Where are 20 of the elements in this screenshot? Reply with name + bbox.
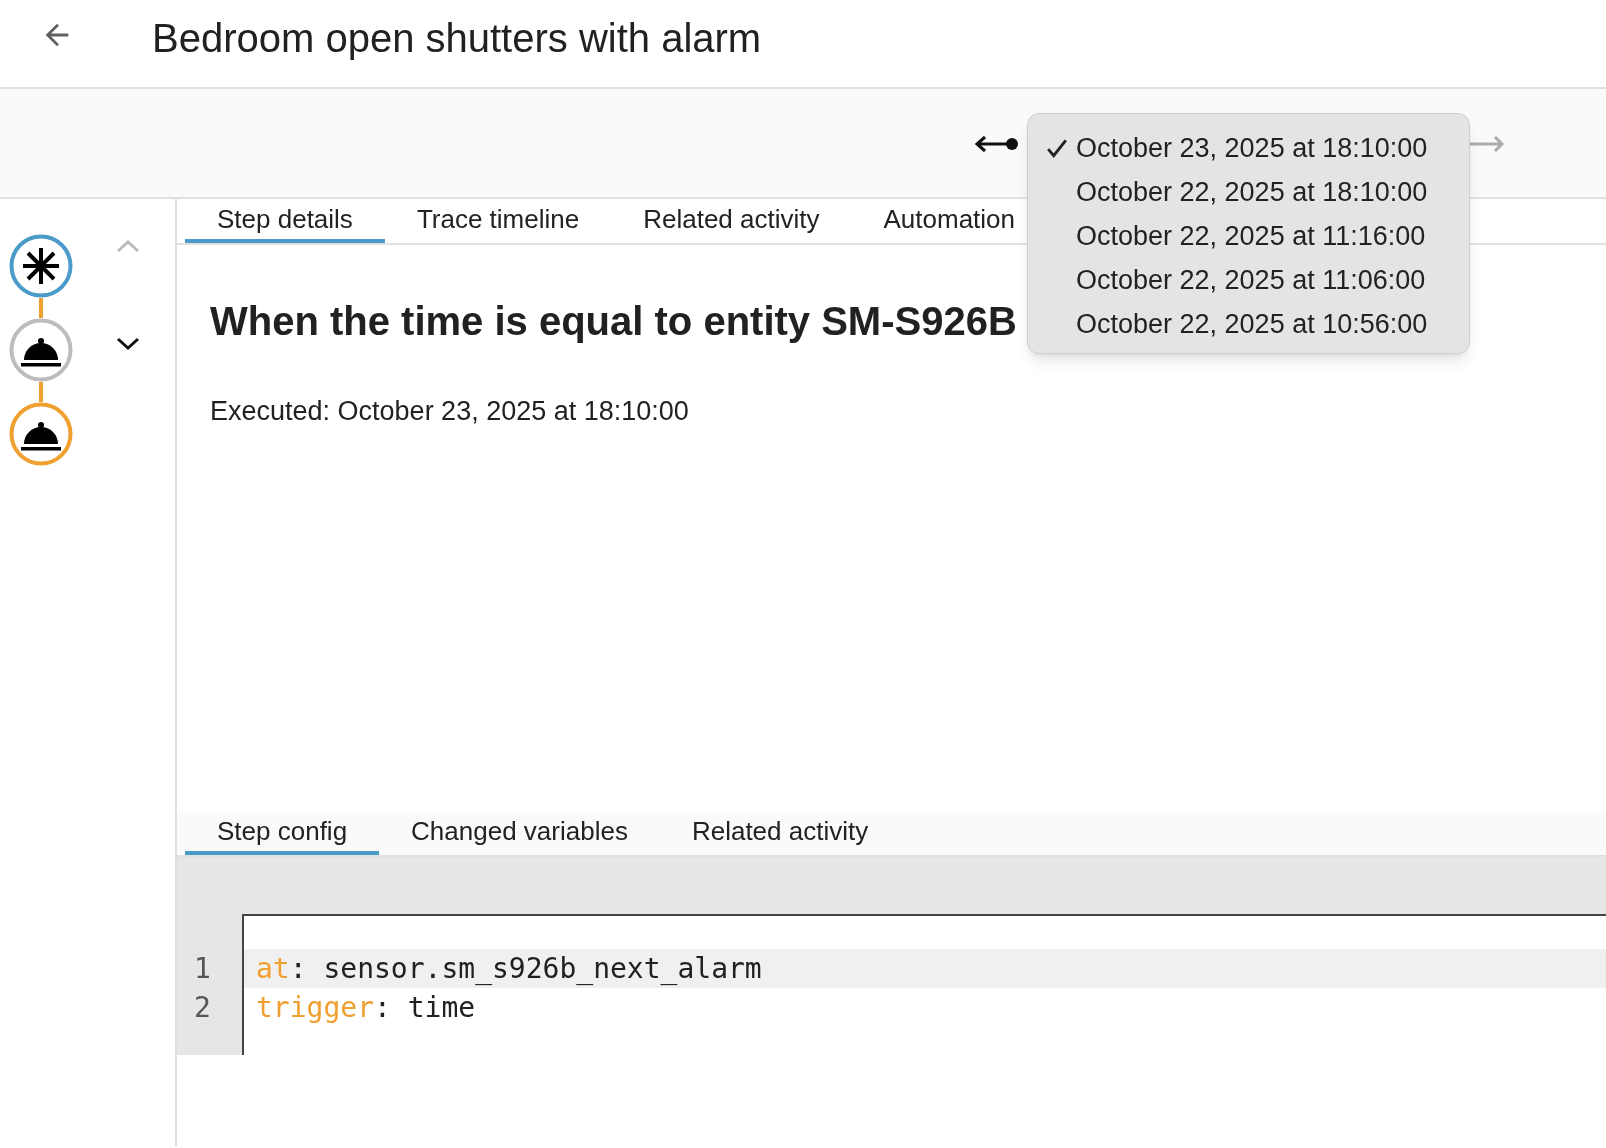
trace-menu-item[interactable]: October 23, 2025 at 18:10:00 [1028, 126, 1469, 170]
executed-time: Executed: October 23, 2025 at 18:10:00 [210, 395, 689, 428]
step-heading: When the time is equal to entity SM-S926B [210, 298, 1017, 345]
trace-menu-item[interactable]: October 22, 2025 at 10:56:00 [1028, 302, 1469, 346]
trigger-step-node[interactable] [9, 234, 73, 298]
previous-trace-icon[interactable] [975, 135, 1019, 153]
tab[interactable]: Step details [185, 199, 385, 243]
trace-menu-item[interactable]: October 22, 2025 at 11:06:00 [1028, 258, 1469, 302]
tab[interactable]: Related activity [611, 199, 852, 243]
line-number: 1 [194, 950, 211, 987]
action-step-node[interactable] [9, 402, 73, 466]
tab[interactable]: Trace timeline [384, 199, 612, 243]
line-number: 2 [194, 989, 211, 1026]
code-line: at: sensor.sm_s926b_next_alarm [256, 950, 762, 987]
page-title: Bedroom open shutters with alarm [152, 15, 762, 62]
action-step-node[interactable] [9, 318, 73, 382]
tab[interactable]: Changed variables [379, 812, 660, 855]
tab[interactable]: Related activity [659, 812, 901, 855]
code-line: trigger: time [256, 989, 476, 1026]
down-chevron-icon[interactable] [116, 337, 140, 351]
